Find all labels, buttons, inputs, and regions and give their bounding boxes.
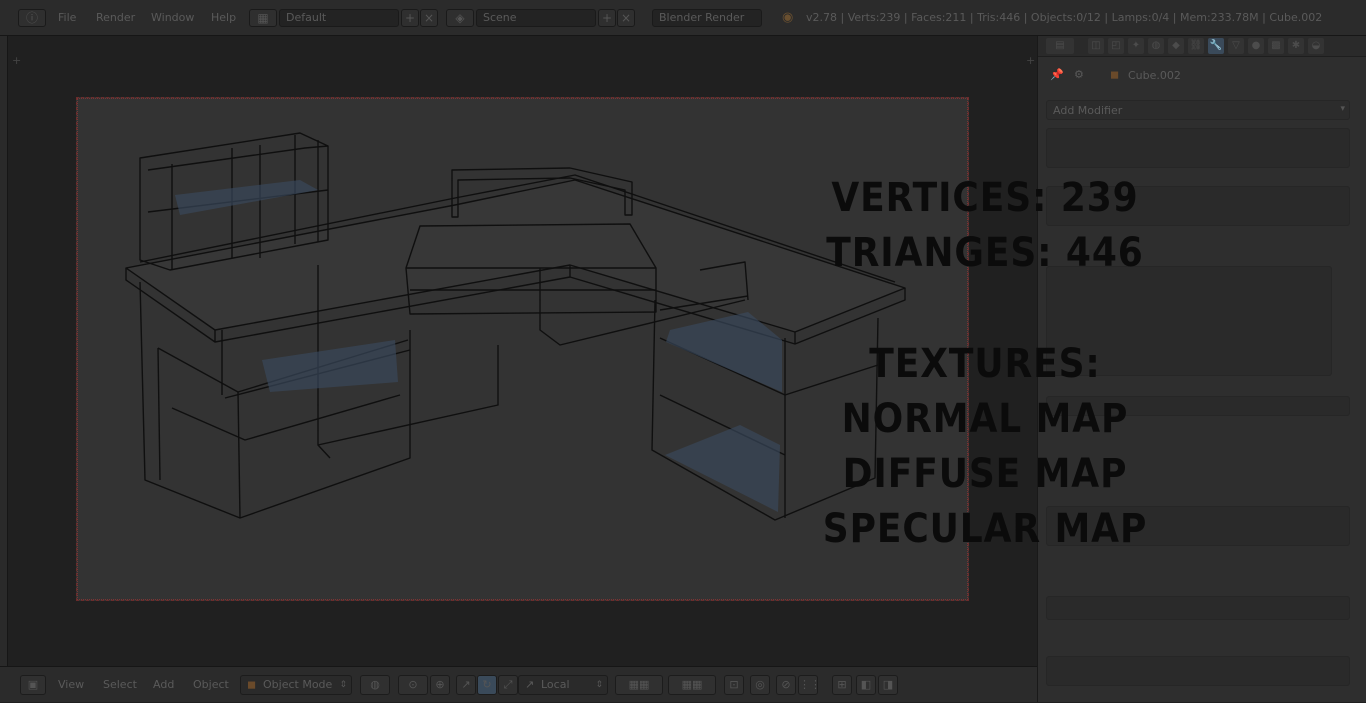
overlay-specular-map-text: SPECULAR MAP xyxy=(822,506,1148,552)
particles-tab-icon[interactable]: ✱ xyxy=(1288,38,1304,54)
layers-grid-left[interactable]: ▦▦ xyxy=(615,675,663,695)
translate-manipulator-icon[interactable]: ↗ xyxy=(456,675,476,695)
viewport-shading-icon[interactable]: ◍ xyxy=(360,675,390,695)
object-tab-icon[interactable]: ◆ xyxy=(1168,38,1184,54)
layers-grid-right[interactable]: ▦▦ xyxy=(668,675,716,695)
layer-lock-icon[interactable]: ⊡ xyxy=(724,675,744,695)
transform-orientation-select[interactable]: ↗ Local ⇕ xyxy=(518,675,608,695)
opengl-render-icon[interactable]: ◨ xyxy=(878,675,898,695)
pin-icon[interactable]: 📌 xyxy=(1050,68,1064,81)
render-preview-icon[interactable]: ◧ xyxy=(856,675,876,695)
menu-view[interactable]: View xyxy=(58,667,84,703)
modifier-dropdown-row xyxy=(1046,596,1350,620)
scale-manipulator-icon[interactable]: ⤢ xyxy=(498,675,518,695)
proportional-editing-icon[interactable]: ◎ xyxy=(750,675,770,695)
cube-icon: ◼ xyxy=(1110,68,1120,81)
modifier-bottom-row xyxy=(1046,656,1350,686)
overlay-triangles-text: TRIANGES: 446 xyxy=(826,230,1144,276)
dropdown-arrow-icon: ⇕ xyxy=(595,680,603,690)
orientation-label: Local xyxy=(541,678,570,691)
pivot-point-icon[interactable]: ⊙ xyxy=(398,675,428,695)
world-tab-icon[interactable]: ◍ xyxy=(1148,38,1164,54)
overlay-normal-map-text: NORMAL MAP xyxy=(841,396,1129,442)
properties-toolbar: ▤ ◫ ◰ ✦ ◍ ◆ ⛓ 🔧 ▽ ● ▩ ✱ ◒ xyxy=(1038,36,1366,57)
snap-target-icon[interactable]: ⊞ xyxy=(832,675,852,695)
object-mode-select[interactable]: ◼ Object Mode ⇕ xyxy=(240,675,352,695)
snap-toggle-icon[interactable]: ⊘ xyxy=(776,675,796,695)
add-modifier-button[interactable]: Add Modifier ▾ xyxy=(1046,100,1350,120)
object-mode-label: Object Mode xyxy=(263,678,333,691)
dropdown-arrow-icon: ⇕ xyxy=(339,680,347,690)
render-layers-tab-icon[interactable]: ◰ xyxy=(1108,38,1124,54)
modifiers-tab-icon[interactable]: 🔧 xyxy=(1208,38,1224,54)
constraints-tab-icon[interactable]: ⛓ xyxy=(1188,38,1204,54)
rotate-manipulator-icon[interactable]: ↻ xyxy=(477,675,497,695)
overlay-vertices-text: VERTICES: 239 xyxy=(831,175,1139,221)
manipulator-toggle-icon[interactable]: ⊕ xyxy=(430,675,450,695)
add-modifier-label: Add Modifier xyxy=(1053,104,1123,117)
orientation-icon: ↗ xyxy=(525,678,535,691)
object-chain-icon: ⚙ xyxy=(1074,68,1084,81)
properties-editor-type-icon[interactable]: ▤ xyxy=(1046,38,1074,54)
data-tab-icon[interactable]: ▽ xyxy=(1228,38,1244,54)
material-tab-icon[interactable]: ● xyxy=(1248,38,1264,54)
physics-tab-icon[interactable]: ◒ xyxy=(1308,38,1324,54)
menu-object[interactable]: Object xyxy=(193,667,229,703)
object-name-breadcrumb: Cube.002 xyxy=(1128,69,1181,82)
overlay-textures-heading: TEXTURES: xyxy=(869,341,1101,387)
viewport-header: ▣ View Select Add Object ◼ Object Mode ⇕… xyxy=(0,666,1037,702)
object-mode-cube-icon: ◼ xyxy=(247,678,257,691)
modifier-stack-area xyxy=(1046,128,1350,168)
snap-element-icon[interactable]: ⋮⋮ xyxy=(798,675,821,695)
overlay-diffuse-map-text: DIFFUSE MAP xyxy=(842,451,1128,497)
scene-tab-icon[interactable]: ✦ xyxy=(1128,38,1144,54)
dropdown-arrow-icon: ▾ xyxy=(1340,104,1345,114)
render-tab-icon[interactable]: ◫ xyxy=(1088,38,1104,54)
menu-select[interactable]: Select xyxy=(103,667,137,703)
menu-add[interactable]: Add xyxy=(153,667,174,703)
3d-view-editor-type-icon[interactable]: ▣ xyxy=(20,675,46,695)
texture-tab-icon[interactable]: ▩ xyxy=(1268,38,1284,54)
